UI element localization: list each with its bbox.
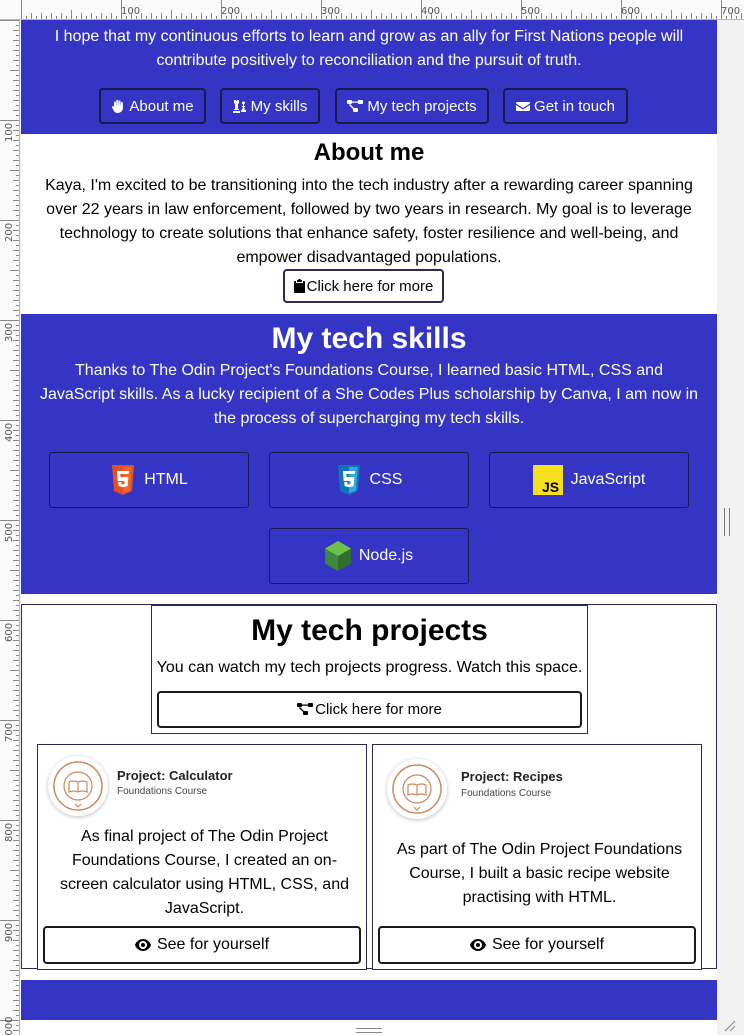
about-more-button[interactable]: Click here for more: [283, 269, 444, 303]
eye-icon: [134, 939, 151, 951]
ruler-label: 400: [4, 422, 15, 442]
envelope-icon: [516, 102, 531, 111]
book-icon: [53, 761, 103, 811]
nodejs-icon: [324, 541, 351, 571]
skills-text: Thanks to The Odin Project's Foundations…: [39, 362, 699, 427]
projects-more-label: Click here for more: [315, 701, 442, 718]
project-card-recipes: Project: Recipes Foundations Course As p…: [372, 744, 702, 970]
side-resize-handle[interactable]: [724, 508, 730, 536]
project-subtitle: Foundations Course: [461, 788, 552, 799]
see-for-yourself-button[interactable]: See for yourself: [43, 926, 361, 964]
about-section: About me Kaya, I'm excited to be transit…: [21, 134, 717, 314]
diagram-icon: [347, 100, 364, 112]
see-label: See for yourself: [156, 936, 270, 953]
project-title: Project: Recipes: [461, 769, 563, 784]
ruler-label: 200: [221, 6, 241, 17]
project-description: As part of The Odin Project Foundations …: [396, 841, 683, 906]
skill-label: CSS: [369, 471, 403, 488]
ruler-label: 900: [4, 922, 15, 942]
ruler-label: 800: [4, 822, 15, 842]
nav-label: My skills: [250, 97, 308, 115]
ruler-label: 200: [4, 222, 15, 242]
projects-more-button[interactable]: Click here for more: [157, 691, 582, 728]
ruler-label: 500: [4, 522, 15, 542]
project-title: Project: Calculator: [117, 768, 233, 783]
footer-band: [21, 980, 717, 1020]
skills-section: My tech skills Thanks to The Odin Projec…: [21, 314, 717, 594]
ruler-label: 1000: [4, 1016, 15, 1035]
book-icon: [392, 764, 442, 814]
skill-label: Node.js: [358, 547, 414, 564]
vertical-ruler: 100 200 300 400 500 600 700 800 900 1000: [0, 20, 20, 1035]
hero-section: I hope that my continuous efforts to lea…: [21, 20, 717, 134]
svg-text:JS: JS: [542, 479, 559, 495]
chess-icon: [232, 100, 246, 113]
about-title: About me: [313, 139, 425, 166]
see-for-yourself-button[interactable]: See for yourself: [378, 926, 696, 964]
nav-skills-button[interactable]: My skills: [220, 88, 320, 124]
ruler-label: 600: [4, 622, 15, 642]
ruler-label: 600: [621, 6, 641, 17]
skill-card-css[interactable]: CSS: [269, 452, 469, 508]
hero-text: I hope that my continuous efforts to lea…: [54, 28, 684, 69]
projects-subtitle: You can watch my tech projects progress.…: [156, 659, 583, 676]
ruler-label: 100: [4, 122, 15, 142]
nav-bar: About me My skills My tech projects Get …: [21, 88, 717, 124]
projects-section: My tech projects You can watch my tech p…: [21, 604, 717, 970]
resize-corner-icon[interactable]: [724, 1020, 736, 1032]
about-more-label: Click here for more: [306, 277, 434, 295]
eye-icon: [469, 939, 486, 951]
diagram-icon: [297, 702, 314, 715]
ruler-label: 700: [721, 6, 741, 17]
skill-label: HTML: [144, 471, 188, 488]
nav-label: Get in touch: [534, 97, 615, 115]
foundations-logo: [387, 759, 447, 819]
javascript-icon: JS: [532, 465, 563, 495]
ruler-label: 100: [121, 6, 141, 17]
project-description: As final project of The Odin Project Fou…: [59, 828, 349, 917]
ruler-label: 400: [421, 6, 441, 17]
html5-icon: [112, 465, 135, 495]
nav-contact-button[interactable]: Get in touch: [503, 88, 628, 124]
projects-header-box: My tech projects You can watch my tech p…: [151, 605, 588, 734]
about-text: Kaya, I'm excited to be transitioning in…: [45, 177, 693, 266]
nav-label: My tech projects: [367, 97, 477, 115]
nav-projects-button[interactable]: My tech projects: [335, 88, 489, 124]
foundations-logo: [48, 756, 108, 816]
page-viewport: I hope that my continuous efforts to lea…: [21, 20, 717, 1035]
skill-card-javascript[interactable]: JS JavaScript: [489, 452, 689, 508]
hand-icon: [112, 99, 124, 113]
ruler-label: 700: [4, 722, 15, 742]
bottom-resize-handle[interactable]: [356, 1028, 382, 1033]
clipboard-icon: [293, 279, 305, 293]
skills-title: My tech skills: [271, 322, 467, 355]
nav-label: About me: [129, 97, 194, 115]
skill-card-html[interactable]: HTML: [49, 452, 249, 508]
ruler-label: 300: [321, 6, 341, 17]
horizontal-ruler: 100 200 300 400 500 600 700: [0, 0, 744, 20]
skill-card-nodejs[interactable]: Node.js: [269, 528, 469, 584]
ruler-label: 500: [521, 6, 541, 17]
css3-icon: [337, 465, 360, 495]
project-card-calculator: Project: Calculator Foundations Course A…: [37, 744, 367, 970]
see-label: See for yourself: [491, 936, 605, 953]
projects-title: My tech projects: [251, 614, 488, 647]
ruler-label: 300: [4, 322, 15, 342]
project-subtitle: Foundations Course: [117, 786, 208, 797]
skill-label: JavaScript: [570, 471, 646, 488]
nav-about-button[interactable]: About me: [99, 88, 206, 124]
